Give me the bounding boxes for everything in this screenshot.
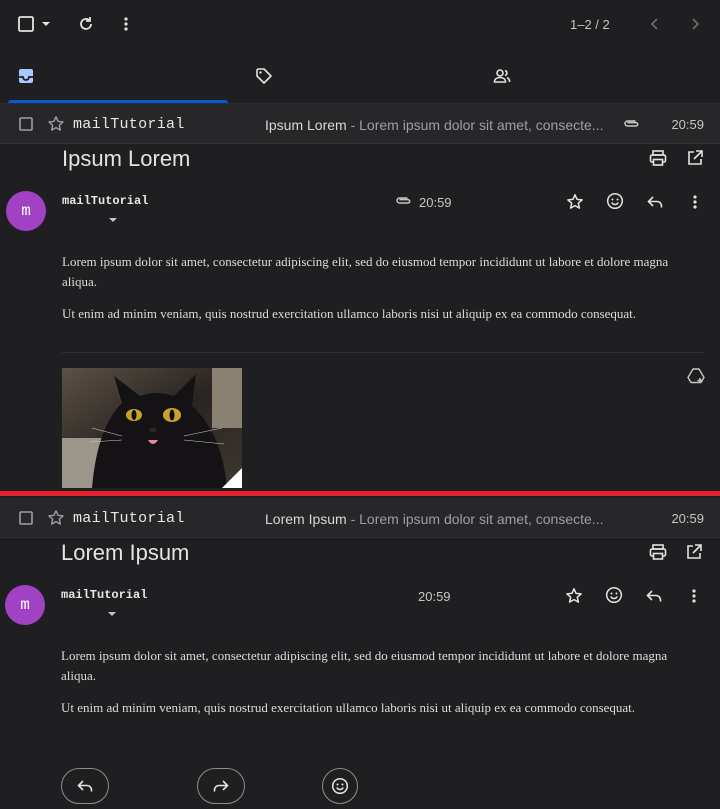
tab-social[interactable] — [490, 64, 514, 88]
more-vert-icon[interactable] — [682, 584, 706, 608]
row-time: 20:59 — [671, 511, 704, 526]
attachment-image-thumbnail[interactable] — [62, 368, 242, 488]
message-from: mailTutorial — [61, 588, 148, 602]
refresh-icon[interactable] — [74, 12, 98, 36]
row-subject: Lorem Ipsum - Lorem ipsum dolor sit amet… — [265, 511, 603, 527]
thread-title: Lorem Ipsum — [61, 540, 190, 565]
save-to-drive-icon[interactable] — [684, 364, 708, 388]
row-checkbox[interactable] — [14, 112, 38, 136]
attachment-divider — [62, 352, 704, 353]
top-toolbar: 1–2 / 2 — [0, 0, 720, 50]
active-tab-indicator — [8, 100, 228, 103]
forward-button[interactable] — [197, 768, 245, 804]
forward-icon — [211, 776, 231, 796]
thread-title: Ipsum Lorem — [62, 146, 191, 171]
select-all-checkbox[interactable] — [14, 12, 38, 36]
inbox-icon — [16, 66, 36, 86]
next-page-icon[interactable] — [683, 12, 707, 36]
avatar[interactable]: m — [5, 585, 45, 625]
body-paragraph: Lorem ipsum dolor sit amet, consectetur … — [61, 648, 668, 683]
body-paragraph: Ut enim ad minim veniam, quis nostrud ex… — [62, 306, 637, 321]
cat-photo — [62, 368, 242, 488]
body-paragraph: Ut enim ad minim veniam, quis nostrud ex… — [61, 700, 636, 715]
attachment-icon — [391, 189, 415, 213]
category-tabs — [0, 50, 720, 104]
row-subject-text: Ipsum Lorem — [265, 117, 347, 133]
emoji-react-icon[interactable] — [603, 189, 627, 213]
more-vert-icon[interactable] — [114, 12, 138, 36]
message-from: mailTutorial — [62, 194, 149, 208]
people-icon — [492, 66, 512, 86]
tag-icon — [254, 66, 274, 86]
message-time: 20:59 — [418, 589, 451, 604]
star-icon[interactable] — [563, 190, 587, 214]
message-time: 20:59 — [419, 195, 452, 210]
print-icon[interactable] — [646, 146, 670, 170]
print-icon[interactable] — [646, 540, 670, 564]
row-subject: Ipsum Lorem - Lorem ipsum dolor sit amet… — [265, 117, 603, 133]
select-dropdown-icon[interactable] — [36, 12, 56, 36]
open-new-window-icon[interactable] — [683, 146, 707, 170]
star-icon[interactable] — [44, 112, 68, 136]
star-icon[interactable] — [562, 584, 586, 608]
emoji-icon — [330, 776, 350, 796]
row-time: 20:59 — [671, 117, 704, 132]
details-dropdown-icon[interactable] — [101, 208, 125, 232]
reply-button[interactable] — [61, 768, 109, 804]
reply-icon[interactable] — [643, 190, 667, 214]
row-sender: mailTutorial — [73, 510, 185, 527]
open-new-window-icon[interactable] — [682, 540, 706, 564]
body-paragraph: Lorem ipsum dolor sit amet, consectetur … — [62, 254, 669, 289]
more-vert-icon[interactable] — [683, 190, 707, 214]
reply-icon[interactable] — [642, 584, 666, 608]
row-sender: mailTutorial — [73, 116, 185, 133]
details-dropdown-icon[interactable] — [100, 602, 124, 626]
avatar[interactable]: m — [6, 191, 46, 231]
attachment-icon — [619, 112, 643, 136]
emoji-react-button[interactable] — [322, 768, 358, 804]
row-snippet: - Lorem ipsum dolor sit amet, consecte..… — [346, 117, 604, 133]
prev-page-icon[interactable] — [643, 12, 667, 36]
row-snippet: - Lorem ipsum dolor sit amet, consecte..… — [346, 511, 604, 527]
tab-promotions[interactable] — [252, 64, 276, 88]
row-checkbox[interactable] — [14, 506, 38, 530]
pager-text: 1–2 / 2 — [570, 17, 610, 32]
message-body: Lorem ipsum dolor sit amet, consectetur … — [61, 646, 681, 730]
thread-row[interactable]: mailTutorial Ipsum Lorem - Lorem ipsum d… — [0, 104, 720, 144]
row-subject-text: Lorem Ipsum — [265, 511, 347, 527]
thread-row[interactable]: mailTutorial Lorem Ipsum - Lorem ipsum d… — [0, 498, 720, 538]
star-icon[interactable] — [44, 506, 68, 530]
emoji-react-icon[interactable] — [602, 583, 626, 607]
thread-separator — [0, 491, 720, 496]
reply-icon — [75, 776, 95, 796]
tab-primary[interactable] — [14, 64, 38, 88]
message-body: Lorem ipsum dolor sit amet, consectetur … — [62, 252, 682, 336]
